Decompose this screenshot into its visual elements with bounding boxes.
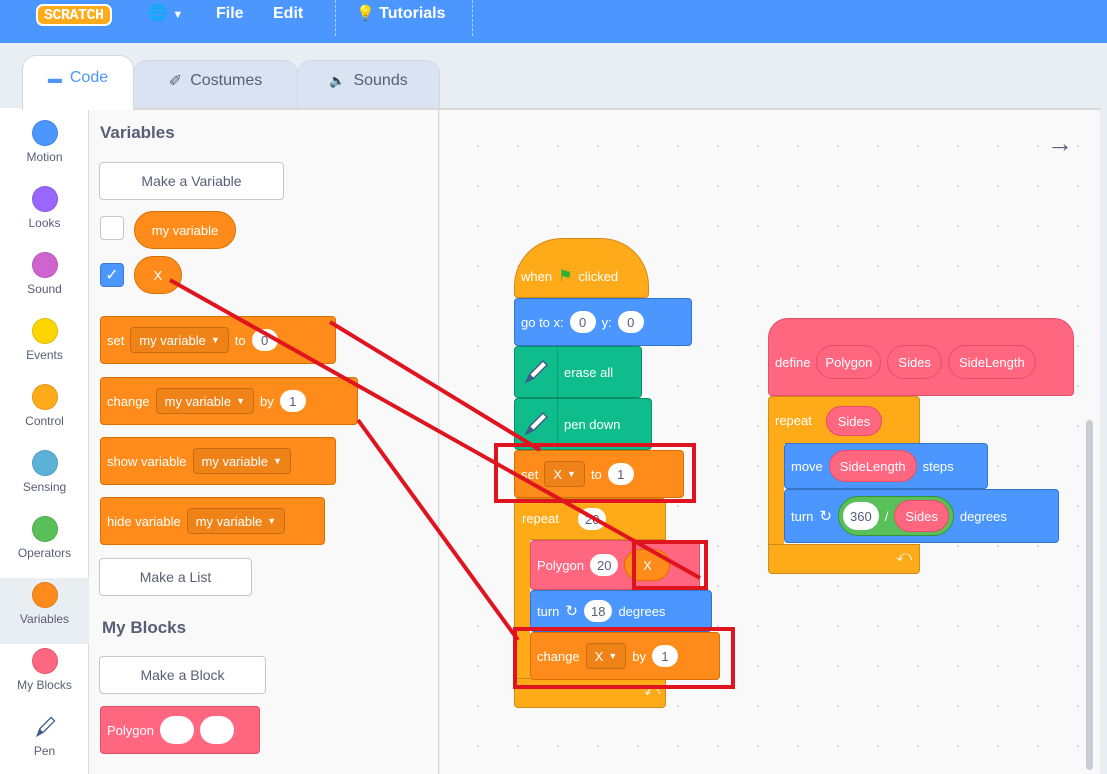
tab-code[interactable]: ▬ Code [22, 55, 134, 110]
arrow-change-to-change [356, 418, 520, 642]
code-icon: ▬ [47, 70, 62, 86]
tab-code-label: Code [69, 69, 109, 86]
arrow-right-icon[interactable]: → [1047, 128, 1073, 159]
workspace-scrollbar[interactable] [1086, 420, 1093, 770]
arrow-x-to-reporter [169, 278, 701, 580]
annotation-arrows [169, 278, 701, 642]
